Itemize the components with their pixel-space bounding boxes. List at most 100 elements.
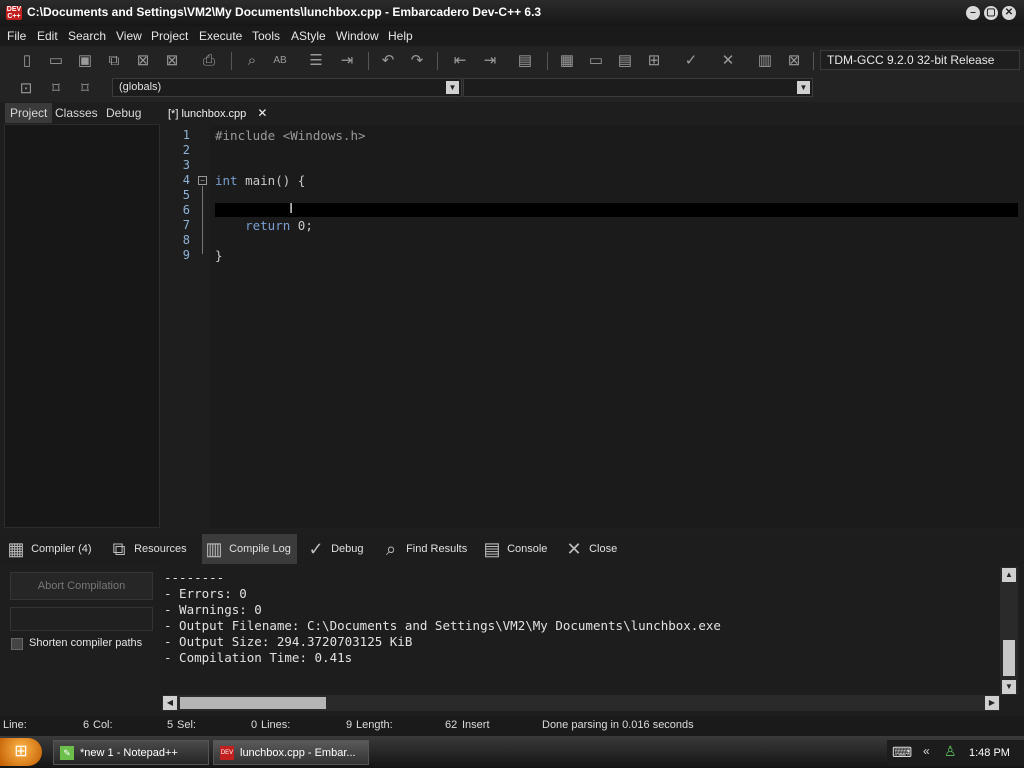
save-all-icon[interactable]: ⧉ — [104, 51, 124, 71]
replace-icon[interactable]: AB — [270, 51, 290, 71]
save-icon[interactable]: ▣ — [75, 51, 95, 71]
undo-icon[interactable]: ↶ — [378, 51, 398, 71]
network-user-icon[interactable]: ♙ — [944, 743, 957, 760]
close-all-icon[interactable]: ⊠ — [162, 51, 182, 71]
status-length-value: 62 — [445, 719, 458, 731]
profile-icon[interactable]: ▥ — [755, 51, 775, 71]
bookmark-list-icon[interactable]: ⌑ — [75, 79, 95, 99]
task-devcpp[interactable]: DEV lunchbox.cpp - Embar... — [213, 740, 369, 765]
maximize-button[interactable]: ▢ — [984, 6, 998, 20]
project-tree[interactable] — [4, 124, 160, 528]
tab-classes[interactable]: Classes — [50, 103, 103, 123]
run-icon[interactable]: ▭ — [586, 51, 606, 71]
tab-find-results[interactable]: ⌕ Find Results — [379, 534, 467, 564]
tab-console[interactable]: ▤ Console — [480, 534, 547, 564]
close-tab-icon[interactable]: ✕ — [257, 106, 267, 120]
status-line-value: 6 — [83, 719, 90, 731]
menu-astyle[interactable]: AStyle — [291, 29, 326, 43]
task-notepad-label: *new 1 - Notepad++ — [80, 747, 178, 759]
scroll-up-icon[interactable]: ▲ — [1002, 568, 1016, 582]
status-col-label: Col: — [93, 719, 113, 731]
minimize-button[interactable]: – — [966, 6, 980, 20]
open-file-icon[interactable]: ▭ — [46, 51, 66, 71]
clock[interactable]: 1:48 PM — [969, 747, 1010, 759]
toggle-bookmark-icon[interactable]: ⌑ — [46, 79, 66, 99]
compiler-select[interactable]: TDM-GCC 9.2.0 32-bit Release — [820, 50, 1020, 70]
status-line-label: Line: — [3, 719, 27, 731]
syntax-check-icon[interactable]: ✓ — [681, 51, 701, 71]
function-combo[interactable]: ▼ — [463, 78, 813, 97]
window-title: C:\Documents and Settings\VM2\My Documen… — [27, 5, 542, 19]
compile-run-icon[interactable]: ▤ — [615, 51, 635, 71]
scope-combo[interactable]: (globals) ▼ — [112, 78, 462, 97]
line-number: 5 — [182, 188, 190, 202]
task-notepad[interactable]: ✎ *new 1 - Notepad++ — [53, 740, 209, 765]
menu-edit[interactable]: Edit — [37, 29, 58, 43]
scroll-down-icon[interactable]: ▼ — [1002, 680, 1016, 694]
editor-tab[interactable]: [*] lunchbox.cpp ✕ — [168, 104, 267, 124]
delete-profile-icon[interactable]: ⊠ — [784, 51, 804, 71]
redo-icon[interactable]: ↷ — [407, 51, 427, 71]
vertical-scroll-thumb[interactable] — [1003, 640, 1015, 676]
unindent-icon[interactable]: ⇥ — [480, 51, 500, 71]
tab-resources-label: Resources — [134, 543, 187, 555]
find-icon[interactable]: ⌕ — [242, 51, 262, 71]
menu-search[interactable]: Search — [68, 29, 106, 43]
fold-line — [202, 186, 203, 254]
tab-debug[interactable]: Debug — [101, 103, 146, 123]
insert-icon[interactable]: ⊡ — [16, 79, 36, 99]
goto-bookmark-icon[interactable]: ⇥ — [337, 51, 357, 71]
tab-close[interactable]: ✕ Close — [562, 534, 617, 564]
toolbar-separator — [368, 52, 369, 70]
rebuild-icon[interactable]: ⊞ — [644, 51, 664, 71]
tab-compiler[interactable]: ▦ Compiler (4) — [4, 534, 92, 564]
indent-icon[interactable]: ⇤ — [450, 51, 470, 71]
fold-icon[interactable]: − — [198, 176, 207, 185]
tab-find-results-label: Find Results — [406, 543, 468, 555]
menu-tools[interactable]: Tools — [252, 29, 280, 43]
goto-line-icon[interactable]: ☰ — [306, 51, 326, 71]
menu-project[interactable]: Project — [151, 29, 188, 43]
tab-compile-log[interactable]: ▥ Compile Log — [202, 534, 297, 564]
status-length-label: Length: — [356, 719, 393, 731]
close-icon: ✕ — [566, 539, 582, 560]
log-line: -------- — [164, 570, 225, 585]
current-line-highlight — [215, 203, 1018, 217]
devcpp-icon: DEV — [220, 746, 234, 760]
shorten-paths-checkbox[interactable] — [11, 638, 23, 650]
chevron-down-icon[interactable]: ▼ — [797, 81, 810, 94]
horizontal-scroll-thumb[interactable] — [180, 697, 326, 709]
tab-resources[interactable]: ⧉ Resources — [107, 534, 187, 564]
close-window-button[interactable]: ✕ — [1002, 6, 1016, 20]
menu-view[interactable]: View — [116, 29, 142, 43]
compile-icon[interactable]: ▦ — [557, 51, 577, 71]
search-icon: ⌕ — [385, 539, 397, 560]
scroll-right-icon[interactable]: ▶ — [985, 696, 999, 710]
scope-combo-value: (globals) — [119, 81, 162, 93]
print-icon[interactable]: ⎙ — [199, 51, 219, 71]
scroll-left-icon[interactable]: ◀ — [163, 696, 177, 710]
line-number: 9 — [182, 248, 190, 262]
tab-compiler-label: Compiler (4) — [31, 543, 92, 555]
menu-execute[interactable]: Execute — [199, 29, 242, 43]
show-hidden-icons-icon[interactable]: « — [923, 744, 930, 758]
start-button[interactable]: ⊞ — [0, 738, 42, 766]
code-line-1: #include <Windows.h> — [215, 128, 366, 143]
toolbar-separator — [813, 52, 814, 70]
tab-debug-label: Debug — [331, 543, 364, 555]
stop-execution-icon[interactable]: ✕ — [718, 51, 738, 71]
keyboard-icon[interactable]: ⌨ — [892, 744, 912, 761]
tab-debug-bottom[interactable]: ✓ Debug — [304, 534, 363, 564]
menu-window[interactable]: Window — [336, 29, 379, 43]
menu-file[interactable]: File — [7, 29, 26, 43]
abort-compilation-button[interactable]: Abort Compilation — [10, 572, 153, 600]
toggle-comment-icon[interactable]: ▤ — [515, 51, 535, 71]
menu-help[interactable]: Help — [388, 29, 413, 43]
log-line: - Warnings: 0 — [164, 602, 262, 617]
tab-project[interactable]: Project — [5, 103, 53, 123]
new-file-icon[interactable]: ▯ — [17, 51, 37, 71]
close-file-icon[interactable]: ⊠ — [133, 51, 153, 71]
line-number: 4 — [182, 173, 190, 187]
status-lines-label: Lines: — [261, 719, 291, 731]
chevron-down-icon[interactable]: ▼ — [446, 81, 459, 94]
